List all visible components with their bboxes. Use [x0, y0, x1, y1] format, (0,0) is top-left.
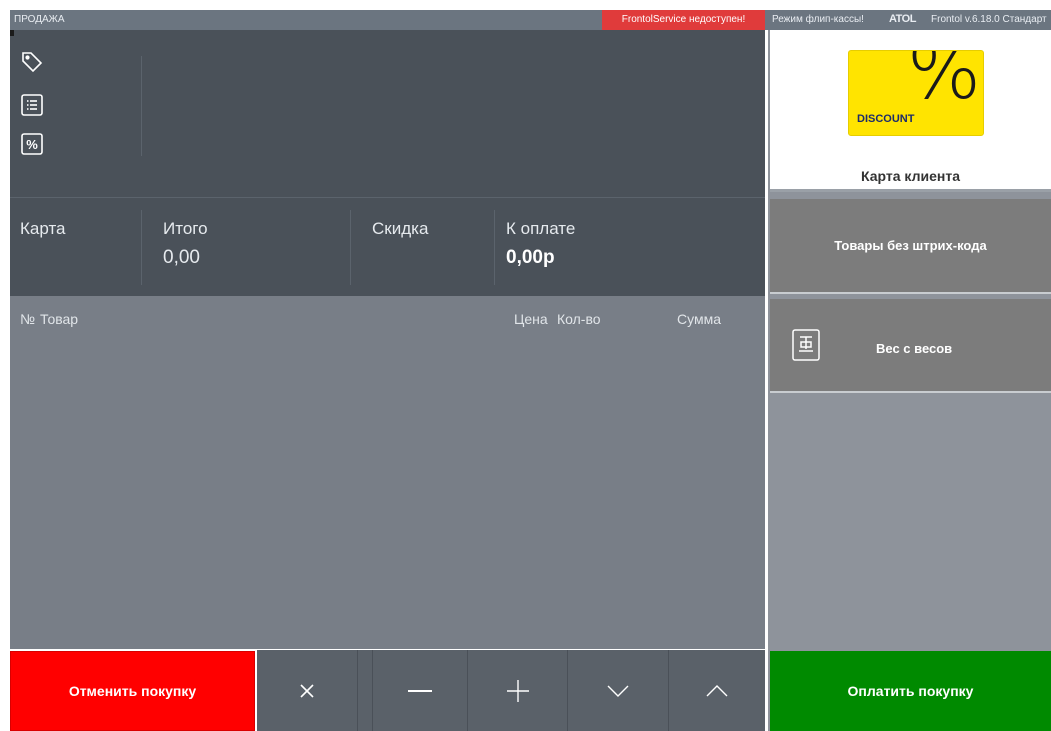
- to-pay-value: 0,00р: [506, 247, 555, 268]
- totals-divider: [350, 210, 351, 285]
- column-header-num: №: [20, 311, 36, 327]
- total-label: Итого: [163, 219, 208, 238]
- minus-icon: [408, 689, 432, 692]
- client-card-button[interactable]: % DISCOUNT Карта клиента: [770, 30, 1051, 192]
- column-header-price: Цена: [514, 311, 548, 327]
- totals-panel: Карта Итого 0,00 Скидка К оплате 0,00р: [10, 197, 765, 296]
- title-bar: ПРОДАЖА FrontolService недоступен! Режим…: [10, 10, 1051, 30]
- scroll-up-button[interactable]: [668, 650, 765, 731]
- client-card-label: Карта клиента: [861, 168, 960, 184]
- discount-percent-symbol: %: [906, 50, 981, 117]
- pay-purchase-button[interactable]: Оплатить покупку: [770, 651, 1051, 731]
- chevron-up-icon: [706, 684, 728, 696]
- column-header-sum: Сумма: [677, 311, 721, 327]
- quantity-controls: [257, 650, 765, 731]
- cancel-purchase-button[interactable]: Отменить покупку: [10, 651, 255, 731]
- corner-marker: [10, 30, 14, 36]
- percent-icon[interactable]: %: [20, 132, 44, 156]
- scale-icon: [792, 329, 820, 361]
- to-pay-label: К оплате: [506, 219, 576, 238]
- column-header-item: Товар: [40, 311, 79, 327]
- column-header-qty: Кол-во: [557, 311, 601, 327]
- discount-label: Скидка: [372, 219, 429, 238]
- discount-card-image: % DISCOUNT: [848, 50, 984, 136]
- increase-qty-button[interactable]: [467, 650, 567, 731]
- svg-text:%: %: [26, 137, 38, 152]
- receipt-table[interactable]: № Товар Цена Кол-во Сумма: [10, 296, 765, 649]
- list-icon[interactable]: [20, 93, 44, 117]
- scroll-down-button[interactable]: [567, 650, 668, 731]
- window-title: ПРОДАЖА: [14, 14, 65, 25]
- no-barcode-items-label: Товары без штрих-кода: [834, 238, 987, 253]
- totals-divider: [494, 210, 495, 285]
- mode-status: Режим флип-кассы!: [772, 14, 864, 25]
- service-alert-badge: FrontolService недоступен!: [602, 10, 765, 30]
- no-barcode-items-button[interactable]: Товары без штрих-кода: [770, 199, 1051, 294]
- weight-from-scale-button[interactable]: Вес с весов: [770, 299, 1051, 393]
- panel-divider: [141, 56, 142, 156]
- atol-logo: ATOL: [889, 13, 916, 25]
- totals-divider: [141, 210, 142, 285]
- card-label: Карта: [20, 219, 66, 238]
- close-icon: [300, 683, 314, 698]
- chevron-down-icon: [607, 685, 629, 697]
- discount-card-text: DISCOUNT: [857, 113, 915, 125]
- total-value: 0,00: [163, 247, 200, 268]
- app-version: Frontol v.6.18.0 Стандарт: [931, 14, 1047, 25]
- decrease-qty-button[interactable]: [372, 650, 467, 731]
- delete-item-button[interactable]: [257, 650, 357, 731]
- weight-from-scale-label: Вес с весов: [876, 341, 953, 356]
- separator-spacer: [357, 650, 372, 731]
- plus-icon: [506, 679, 529, 702]
- tag-icon[interactable]: [20, 50, 44, 74]
- info-panel: %: [10, 30, 765, 197]
